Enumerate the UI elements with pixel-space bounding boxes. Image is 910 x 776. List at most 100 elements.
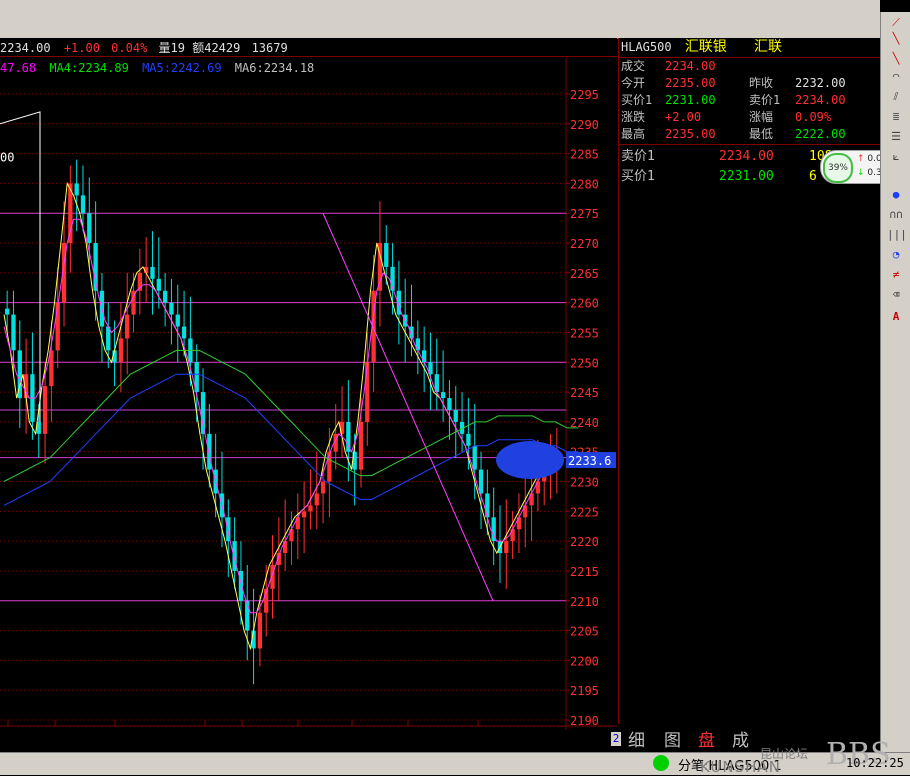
fan-tool-icon[interactable]: ⟀ <box>887 150 905 164</box>
book-qty: 6 <box>809 169 817 184</box>
panel-divider <box>619 144 881 145</box>
page-indicator[interactable]: 2 <box>611 732 621 746</box>
candle-body <box>415 338 420 351</box>
fibonacci-tool-icon[interactable]: ≣ <box>887 110 905 124</box>
candle-body <box>320 481 326 494</box>
y-tick-label: 2195 <box>570 684 599 698</box>
y-tick-label: 2225 <box>570 505 599 519</box>
text-tool-icon[interactable]: A <box>887 310 905 324</box>
vertical-lines-icon[interactable]: ||| <box>887 228 907 242</box>
quote-panel: HLAG500 汇联银 汇联 成交 2234.00 今开 2235.00 昨收 2232.… <box>618 38 881 730</box>
tab-detail[interactable]: 细 <box>628 726 645 751</box>
panel-label: 涨跌 <box>621 110 646 124</box>
tab-chart[interactable]: 图 <box>664 726 681 751</box>
candle-body <box>447 398 452 410</box>
y-tick-label: 2260 <box>570 297 599 311</box>
cross-line-icon[interactable]: ⟋ <box>887 16 905 30</box>
candle-body <box>80 195 86 214</box>
y-tick-label: 2290 <box>570 118 599 132</box>
ma-line-blue <box>3 373 579 506</box>
panel-label: 成交 <box>621 59 646 73</box>
panel-value: 0.09% <box>795 110 832 124</box>
top-toolbar <box>0 0 880 39</box>
candle-body <box>150 266 155 279</box>
price-ellipse <box>496 441 564 480</box>
candle-body <box>11 314 16 351</box>
panel-value: 2235.00 <box>665 127 716 141</box>
tab-book[interactable]: 盘 <box>698 726 715 751</box>
y-tick-label: 2200 <box>570 654 599 668</box>
panel-value: 2222.00 <box>795 127 846 141</box>
panel-title: HLAG500 汇联银 汇联 <box>619 38 881 58</box>
candle-body <box>125 314 130 339</box>
tab-trades[interactable]: 成 <box>732 726 749 751</box>
y-tick-label: 2255 <box>570 326 599 340</box>
candle-body <box>257 612 263 649</box>
panel-value: 2235.00 <box>665 76 716 90</box>
panel-label: 买价1 <box>621 93 653 107</box>
watermark-cn: 昆山论坛 <box>760 747 809 761</box>
candle-body <box>314 493 319 506</box>
candle-body <box>156 278 161 291</box>
candle-body <box>346 421 351 452</box>
panel-value: 2231.00 <box>665 93 716 107</box>
cycle-tool-icon[interactable]: ∩∩ <box>887 208 905 222</box>
candle-body <box>422 350 427 363</box>
panel-label: 昨收 <box>749 76 774 90</box>
panel-value: 2232.00 <box>795 76 846 90</box>
y-tick-label: 2250 <box>570 356 599 370</box>
y-tick-label: 2205 <box>570 625 599 639</box>
candle-body <box>169 302 174 315</box>
y-tick-label: 2280 <box>570 177 599 191</box>
line-tool-icon[interactable]: ╲ <box>887 32 905 46</box>
parallel-tool-icon[interactable]: ≠ <box>887 268 905 282</box>
book-price: 2231.00 <box>719 169 774 184</box>
upload-arrow-icon: ↑ <box>857 154 865 164</box>
panel-name2: 汇联 <box>754 39 783 55</box>
y-tick-label: 2220 <box>570 535 599 549</box>
candle-body <box>358 421 364 470</box>
panel-label: 涨幅 <box>749 110 774 124</box>
y-tick-label: 2265 <box>570 267 599 281</box>
book-label: 买价1 <box>621 169 655 184</box>
candle-body <box>162 290 168 303</box>
gann-tool-icon[interactable]: ☰ <box>887 130 905 144</box>
price-tag: 2233.6 <box>568 454 611 468</box>
candle-body <box>384 243 389 267</box>
candle-body <box>181 326 187 339</box>
y-tick-label: 2210 <box>570 595 599 609</box>
status-time: 10:22:25 <box>846 756 904 770</box>
eraser-icon[interactable]: ⌫ <box>887 288 905 302</box>
candle-body <box>200 392 206 434</box>
ellipse-tool-icon[interactable]: ● <box>887 188 905 202</box>
candle-body <box>466 433 471 446</box>
candle-body <box>485 493 490 518</box>
panel-symbol: HLAG500 <box>621 40 672 54</box>
panel-label: 最高 <box>621 127 646 141</box>
candle-body <box>49 350 54 387</box>
panel-name: 汇联银 <box>684 39 727 55</box>
candle-body <box>175 314 180 327</box>
candle-body <box>478 469 484 494</box>
candle-body <box>440 392 446 399</box>
candle-body <box>42 386 48 434</box>
y-tick-label: 2275 <box>570 207 599 221</box>
book-price: 2234.00 <box>719 149 774 164</box>
arc-tool-icon[interactable]: ◠ <box>887 70 905 84</box>
candle-body <box>365 362 370 422</box>
drawing-toolbar: ⟋ ╲ ╲ ◠ ⫽ ≣ ☰ ⟀ ● ∩∩ ||| ◔ ≠ ⌫ A <box>880 12 910 752</box>
y-tick-label: 2230 <box>570 476 599 490</box>
candle-body <box>327 451 332 482</box>
candlestick-chart[interactable]: 2295 2290 2285 2280 2275 2270 2265 2260 2255 2250… <box>0 38 617 730</box>
y-tick-label: 2285 <box>570 148 599 162</box>
panel-value: 2234.00 <box>795 93 846 107</box>
circle-tool-icon[interactable]: ◔ <box>887 248 905 262</box>
channel-tool-icon[interactable]: ⫽ <box>887 90 905 104</box>
ray-tool-icon[interactable]: ╲ <box>887 52 905 66</box>
candle-body <box>516 517 522 530</box>
ma-line-green <box>3 349 579 482</box>
y-tick-label: 2270 <box>570 237 599 251</box>
panel-label: 最低 <box>749 127 774 141</box>
y-tick-label: 2245 <box>570 386 599 400</box>
candle-body <box>5 308 10 315</box>
